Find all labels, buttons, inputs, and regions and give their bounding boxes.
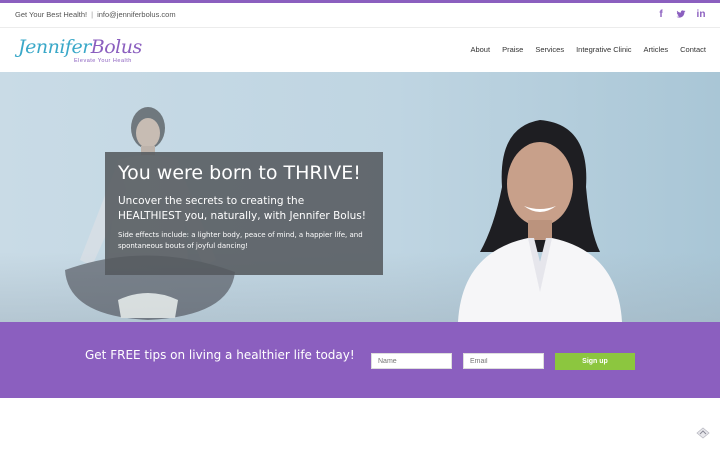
hero-body-text: Side effects include: a lighter body, pe… [118, 231, 363, 250]
sign-up-button[interactable]: Sign up [555, 353, 635, 370]
smiling-woman-image [458, 120, 622, 322]
topbar-tagline: Get Your Best Health! [15, 10, 88, 19]
newsletter-signup-bar: Get FREE tips on living a healthier life… [0, 322, 720, 398]
social-links: f in [656, 9, 706, 21]
contact-info: Get Your Best Health! | info@jenniferbolus… [15, 10, 176, 19]
name-input[interactable] [371, 353, 452, 369]
nav-contact[interactable]: Contact [680, 45, 706, 54]
logo-last-name: Bolus [90, 36, 142, 58]
email-input[interactable] [463, 353, 544, 369]
logo-wordmark: JenniferBolus [18, 37, 148, 57]
scroll-to-top-icon[interactable] [696, 427, 710, 439]
nav-praise[interactable]: Praise [502, 45, 523, 54]
contact-email-link[interactable]: info@jenniferbolus.com [97, 10, 176, 19]
signup-heading: Get FREE tips on living a healthier life… [85, 348, 355, 362]
twitter-icon[interactable] [676, 9, 686, 21]
facebook-icon[interactable]: f [656, 9, 666, 21]
topbar-separator: | [91, 10, 94, 19]
hero-subtitle: Uncover the secrets to creating the HEAL… [118, 195, 366, 222]
nav-articles[interactable]: Articles [644, 45, 669, 54]
top-bar: Get Your Best Health! | info@jenniferbolus… [0, 3, 720, 28]
site-logo[interactable]: JenniferBolus Elevate Your Health [18, 37, 148, 67]
linkedin-icon[interactable]: in [696, 9, 706, 21]
main-nav: About Praise Services Integrative Clinic… [470, 45, 706, 54]
site-header: JenniferBolus Elevate Your Health About … [0, 29, 720, 72]
hero-title: You were born to THRIVE! [118, 162, 361, 184]
nav-about[interactable]: About [470, 45, 490, 54]
logo-first-name: Jennifer [18, 36, 91, 58]
nav-services[interactable]: Services [535, 45, 564, 54]
nav-integrative-clinic[interactable]: Integrative Clinic [576, 45, 631, 54]
logo-tagline: Elevate Your Health [74, 58, 132, 64]
hero-message-box: You were born to THRIVE! Uncover the sec… [105, 152, 383, 275]
hero-banner: You were born to THRIVE! Uncover the sec… [0, 72, 720, 322]
